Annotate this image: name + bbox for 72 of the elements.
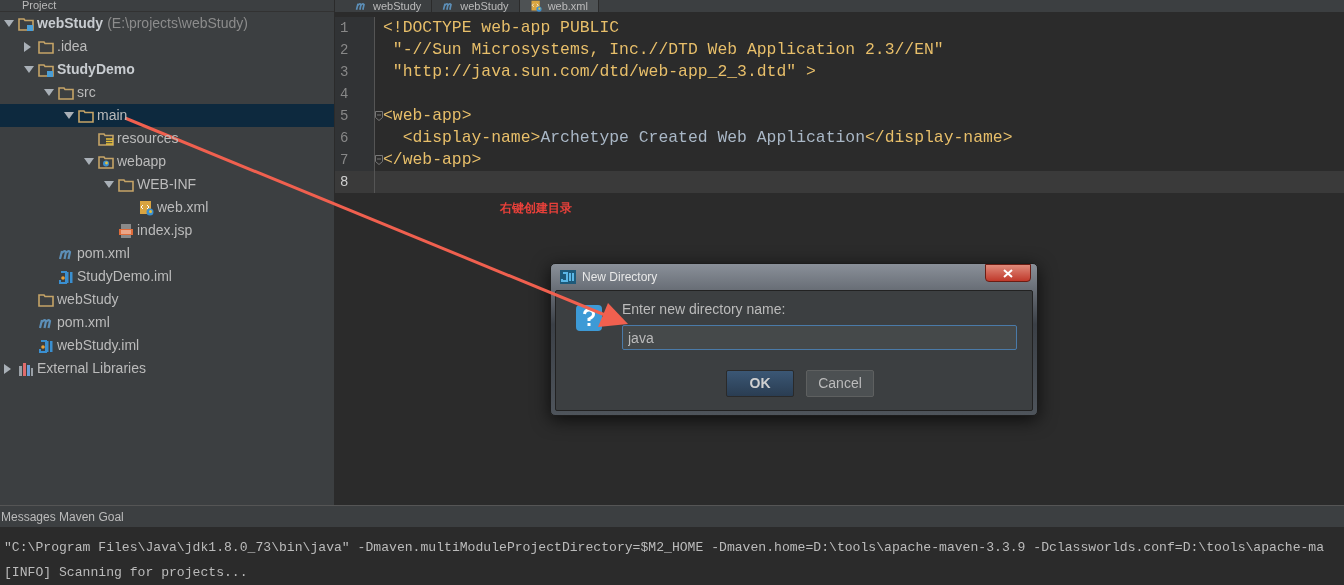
annotation-text: 右键创建目录 <box>500 200 572 217</box>
directory-name-field[interactable]: java <box>622 325 1017 350</box>
tree-item[interactable]: pom.xml <box>77 243 130 264</box>
bar-chart-icon <box>18 360 34 377</box>
code-line: <display-name>Archetype Created Web Application</display-name> <box>401 126 1013 149</box>
editor-tab[interactable]: web.xml <box>519 0 599 12</box>
console-line: "C:\Program Files\Java\jdk1.8.0_73\bin\java" -Dmaven.multiModuleProjectDirectory=$M2_HOME -Dmaven.home=D:\tools\apache-maven-3.3.9 -Dclassworlds.conf=D:\tools\apache-ma <box>3 539 1326 557</box>
folder-icon <box>118 176 134 193</box>
maven-icon <box>355 0 367 12</box>
tree-item[interactable]: pom.xml <box>57 312 110 333</box>
line-number: 6 <box>335 127 375 149</box>
line-number: 3 <box>335 61 375 83</box>
code-line: <web-app> <box>383 104 472 127</box>
console-line: [INFO] Scanning for projects... <box>3 564 249 582</box>
xml-file-icon <box>529 0 542 12</box>
expanded-arrow-icon[interactable] <box>64 112 74 119</box>
folder-icon <box>38 38 54 55</box>
code-line: </web-app> <box>383 148 482 171</box>
tree-item[interactable]: WEB-INF <box>137 174 197 195</box>
code-line: "-//Sun Microsystems, Inc.//DTD Web Application 2.3//EN" <box>391 38 944 61</box>
tree-item[interactable]: src <box>77 82 96 103</box>
line-number: 4 <box>335 83 375 105</box>
prompt-label: Enter new directory name: <box>622 300 787 319</box>
fold-marker-icon[interactable] <box>375 111 383 121</box>
panel-title: Messages Maven Goal <box>0 508 124 526</box>
folder-icon <box>78 107 94 124</box>
module-file-icon <box>38 337 54 354</box>
expanded-arrow-icon[interactable] <box>84 158 94 165</box>
module-file-icon <box>58 268 74 285</box>
xml-file-icon <box>138 199 154 216</box>
cancel-button[interactable]: Cancel <box>806 370 874 397</box>
tree-item[interactable]: resources <box>117 128 179 149</box>
line-number: 7 <box>335 149 375 171</box>
dialog-title: New Directory <box>582 269 658 286</box>
tree-item[interactable]: StudyDemo.iml <box>77 266 172 287</box>
jsp-file-icon <box>118 222 134 239</box>
module-folder-icon <box>18 15 34 32</box>
expanded-arrow-icon[interactable] <box>44 89 54 96</box>
close-icon <box>1003 268 1013 278</box>
tree-item[interactable]: .idea <box>57 36 88 57</box>
tree-item[interactable]: StudyDemo <box>57 59 135 80</box>
tree-item[interactable]: web.xml <box>157 197 209 218</box>
expanded-arrow-icon[interactable] <box>24 66 34 73</box>
tree-item[interactable]: index.jsp <box>137 220 193 241</box>
tree-row-selected[interactable]: main <box>0 104 334 127</box>
ok-button[interactable]: OK <box>726 370 794 397</box>
project-path: (E:\projects\webStudy) <box>107 14 248 33</box>
tree-item[interactable]: webStudy <box>57 289 119 310</box>
expanded-arrow-icon[interactable] <box>4 20 14 27</box>
code-line: <!DOCTYPE web-app PUBLIC <box>383 16 620 39</box>
folder-icon <box>58 84 74 101</box>
panel-title: Project <box>21 0 57 11</box>
code-line: "http://java.sun.com/dtd/web-app_2_3.dtd" > <box>391 60 816 83</box>
line-number: 2 <box>335 39 375 61</box>
collapsed-arrow-icon[interactable] <box>24 41 31 52</box>
line-number: 5 <box>335 105 375 127</box>
tree-item[interactable]: webapp <box>117 151 167 172</box>
line-number: 1 <box>335 17 375 39</box>
tree-item[interactable]: main <box>97 105 128 126</box>
module-folder-icon <box>38 61 54 78</box>
maven-icon <box>442 0 455 12</box>
tree-item[interactable]: webStudy <box>37 13 104 34</box>
expanded-arrow-icon[interactable] <box>104 181 114 188</box>
fold-marker-icon[interactable] <box>375 155 383 165</box>
web-folder-icon <box>98 153 114 170</box>
close-button[interactable] <box>985 264 1031 282</box>
tree-item[interactable]: External Libraries <box>37 358 146 379</box>
collapsed-arrow-icon[interactable] <box>4 363 11 374</box>
tree-item[interactable]: webStudy.iml <box>57 335 140 356</box>
resources-folder-icon <box>98 130 114 147</box>
app-logo-icon <box>560 270 576 284</box>
folder-icon <box>38 291 54 308</box>
